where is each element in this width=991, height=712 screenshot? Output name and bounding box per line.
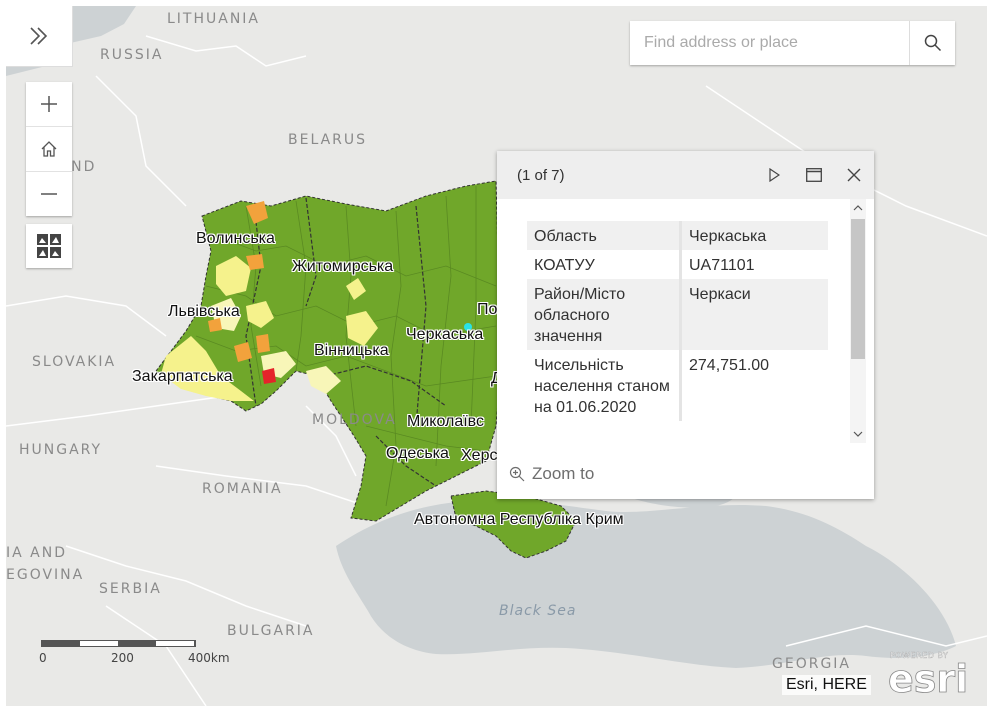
plus-icon <box>41 96 57 112</box>
oblast-label-cherkasy[interactable]: Черкаська <box>406 326 483 344</box>
country-label-hungary: HUNGARY <box>19 442 103 458</box>
oblast-label-volyn[interactable]: Волинська <box>196 230 275 248</box>
scale-label: 0 <box>39 651 47 665</box>
scale-bar: 0 200 400km <box>39 640 230 665</box>
country-label-bulgaria: BULGARIA <box>227 623 315 639</box>
country-label-belarus: BELARUS <box>288 132 368 148</box>
search-button[interactable] <box>909 21 955 65</box>
country-label-bosnia-line2: EGOVINA <box>6 567 85 583</box>
attribute-table: Область Черкаська КОАТУУ UA71101 Район/М… <box>527 221 828 421</box>
attribute-value: 274,751.00 <box>689 357 770 374</box>
popup-feature-count: (1 of 7) <box>517 166 565 184</box>
scroll-thumb[interactable] <box>851 219 865 359</box>
esri-logo-graphic: POWERED BY esri <box>888 651 969 702</box>
basemap-gallery-button[interactable] <box>26 224 72 268</box>
zone-orange <box>256 334 270 353</box>
country-label-romania: ROMANIA <box>202 481 283 497</box>
oblast-label-lviv[interactable]: Львівська <box>168 303 240 321</box>
attribute-key: КОАТУУ <box>527 250 682 279</box>
expand-panel-button[interactable] <box>6 6 73 67</box>
scale-label: 200 <box>111 651 134 665</box>
scale-label: 400km <box>188 651 230 665</box>
feature-popup: (1 of 7) Область Черкаська КОАТУУ UA7110… <box>497 151 874 499</box>
search-input[interactable] <box>630 21 909 65</box>
dock-window-icon <box>806 168 822 182</box>
chevron-up-icon <box>853 205 863 211</box>
zoom-in-magnifier-icon <box>509 466 525 482</box>
oblast-label-mykolaiv[interactable]: Миколаївс <box>407 413 484 431</box>
oblast-label-vinnytsia[interactable]: Вінницька <box>314 342 389 360</box>
oblast-label-zakarpattia[interactable]: Закарпатська <box>132 368 233 386</box>
minus-icon <box>41 193 57 195</box>
attribute-value: UA71101 <box>689 257 755 274</box>
oblast-label-zhytomyr[interactable]: Житомирська <box>292 258 393 276</box>
scroll-up-button[interactable] <box>850 199 866 217</box>
esri-logo[interactable]: POWERED BY esri <box>886 648 972 702</box>
zoom-to-action[interactable]: Zoom to <box>509 464 594 484</box>
zoom-out-button[interactable] <box>26 172 72 216</box>
country-label-lithuania: LITHUANIA <box>167 11 261 27</box>
play-next-icon <box>769 168 780 182</box>
search-icon <box>924 34 941 52</box>
table-row: КОАТУУ UA71101 <box>527 250 828 279</box>
scale-bar-graphic <box>41 640 196 647</box>
zoom-controls <box>26 82 72 216</box>
popup-scrollbar[interactable] <box>850 199 866 443</box>
sea-label-black-sea: Black Sea <box>499 603 577 619</box>
popup-header: (1 of 7) <box>497 151 874 199</box>
home-icon <box>41 141 57 157</box>
country-label-slovakia: SLOVAKIA <box>32 354 117 370</box>
oblast-label-poltava-partial[interactable]: По <box>477 301 497 319</box>
table-row: Область Черкаська <box>527 221 828 250</box>
table-row: Район/Місто обласного значення Черкаси <box>527 279 828 350</box>
zoom-to-label: Zoom to <box>532 464 595 483</box>
zoom-in-button[interactable] <box>26 82 72 127</box>
popup-content[interactable]: Область Черкаська КОАТУУ UA71101 Район/М… <box>497 199 874 443</box>
attribute-key: Район/Місто обласного значення <box>527 279 682 350</box>
country-label-serbia: SERBIA <box>99 581 162 597</box>
svg-text:esri: esri <box>888 657 968 698</box>
home-button[interactable] <box>26 127 72 172</box>
country-label-russia: RUSSIA <box>100 47 164 63</box>
next-feature-button[interactable] <box>754 151 794 199</box>
attribute-value: Черкаси <box>680 279 828 350</box>
country-label-bosnia-line1: IA AND <box>6 545 67 561</box>
country-label-georgia: GEORGIA <box>772 656 851 672</box>
attribute-key: Область <box>527 221 682 250</box>
close-popup-button[interactable] <box>834 151 874 199</box>
scroll-down-button[interactable] <box>850 425 866 443</box>
oblast-label-odesa[interactable]: Одеська <box>386 445 449 463</box>
map-attribution[interactable]: Esri, HERE <box>782 675 871 695</box>
attribute-key: Чисельність населення станом на 01.06.20… <box>527 350 682 421</box>
search-widget <box>630 21 955 65</box>
country-label-moldova: MOLDOVA <box>312 412 397 428</box>
map-view[interactable]: LITHUANIA RUSSIA BELARUS POLAND SLOVAKIA… <box>6 6 987 706</box>
basemap-gallery-icon <box>37 234 61 258</box>
close-icon <box>847 168 861 182</box>
oblast-label-kherson[interactable]: Херс <box>461 447 497 465</box>
table-row: Чисельність населення станом на 01.06.20… <box>527 350 828 421</box>
oblast-label-crimea[interactable]: Автономна Республіка Крим <box>414 511 624 529</box>
chevron-down-icon <box>853 431 863 437</box>
double-chevron-right-icon <box>30 27 48 45</box>
dock-popup-button[interactable] <box>794 151 834 199</box>
attribute-value: Черкаська <box>680 221 828 250</box>
